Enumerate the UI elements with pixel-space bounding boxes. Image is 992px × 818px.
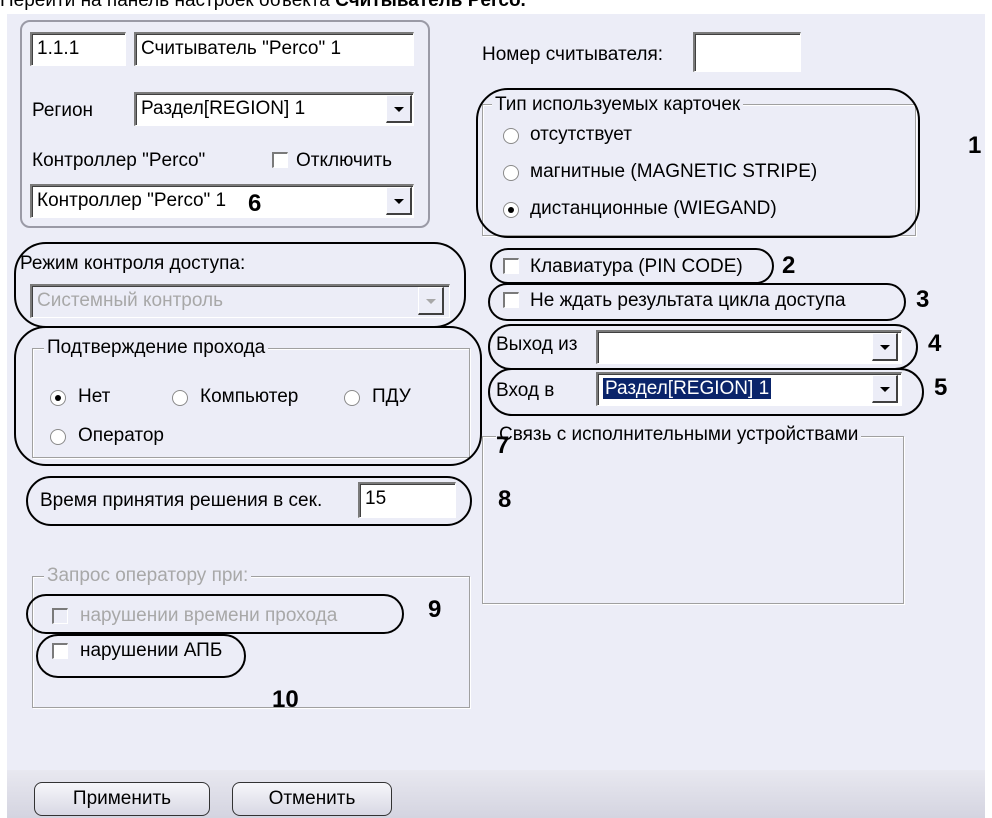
annotation-number-9: 9 xyxy=(428,596,442,623)
executive-devices-group xyxy=(482,436,904,604)
reader-number-field[interactable] xyxy=(693,32,801,72)
annotation-oval-8 xyxy=(26,476,472,526)
annotation-oval-9 xyxy=(26,594,404,634)
controller-dropdown-button[interactable] xyxy=(386,187,412,215)
region-select[interactable]: Раздел[REGION] 1 xyxy=(134,92,414,126)
annotation-number-6: 6 xyxy=(248,190,262,217)
annotation-number-8: 8 xyxy=(498,486,512,513)
annotation-oval-10 xyxy=(36,634,246,678)
object-name-field[interactable]: Считыватель "Perco" 1 xyxy=(134,32,414,66)
annotation-number-2: 2 xyxy=(782,252,796,279)
region-label: Регион xyxy=(32,100,94,121)
annotation-oval-5 xyxy=(488,368,924,416)
annotation-oval-1 xyxy=(476,88,920,238)
region-dropdown-button[interactable] xyxy=(386,95,412,123)
annotation-oval-pass-confirm xyxy=(14,326,482,466)
operator-request-title: Запрос оператору при: xyxy=(44,565,252,587)
reader-number-label: Номер считывателя: xyxy=(482,44,664,65)
annotation-number-1: 1 xyxy=(968,132,982,159)
annotation-number-7: 7 xyxy=(496,432,510,459)
disable-label: Отключить xyxy=(296,150,393,171)
annotation-oval-2 xyxy=(490,248,774,284)
object-id-field[interactable]: 1.1.1 xyxy=(30,32,126,66)
annotation-number-4: 4 xyxy=(928,330,942,357)
annotation-number-10: 10 xyxy=(272,686,299,713)
annotation-number-5: 5 xyxy=(934,374,948,401)
executive-devices-title: Связь с исполнительными устройствами xyxy=(496,424,862,446)
disable-checkbox[interactable] xyxy=(272,152,288,168)
annotation-oval-3 xyxy=(488,283,906,321)
controller-select[interactable]: Контроллер "Perco" 1 xyxy=(30,184,414,218)
annotation-number-3: 3 xyxy=(916,286,930,313)
annotation-oval-4 xyxy=(488,324,918,370)
intro-text: Перейти на панель настроек объекта Считы… xyxy=(0,0,526,11)
controller-label: Контроллер "Perco" xyxy=(32,150,206,171)
apply-button[interactable]: Применить xyxy=(34,782,210,816)
cancel-button[interactable]: Отменить xyxy=(232,782,392,816)
annotation-oval-access-mode xyxy=(14,242,466,328)
